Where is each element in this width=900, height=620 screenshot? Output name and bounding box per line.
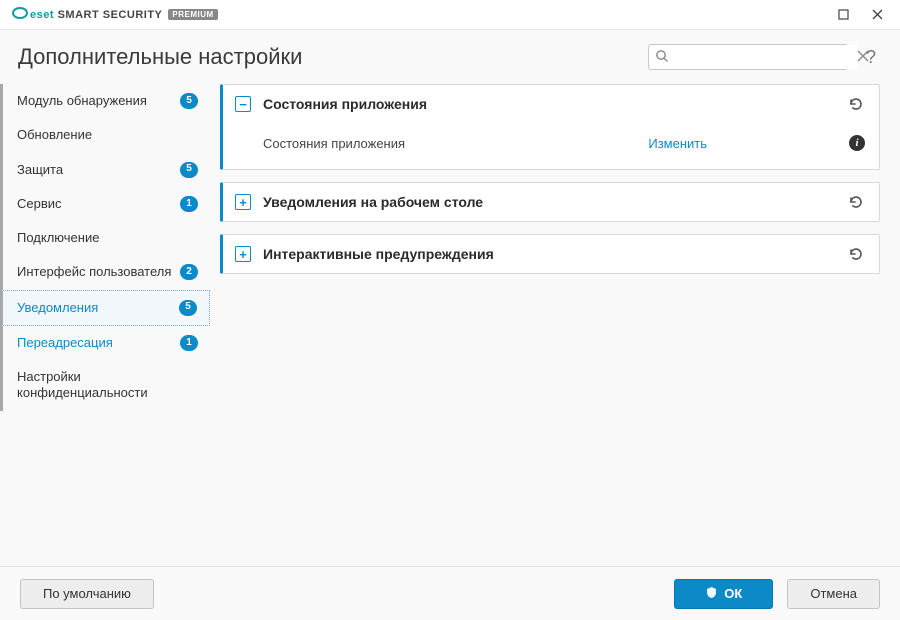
panel-title: Интерактивные предупреждения xyxy=(263,246,835,262)
brand-logo: eset SMART SECURITY PREMIUM xyxy=(12,5,218,24)
defaults-button[interactable]: По умолчанию xyxy=(20,579,154,609)
panel-app-states: − Состояния приложения Состояния приложе… xyxy=(220,84,880,170)
sidebar-badge: 2 xyxy=(180,264,198,280)
sidebar-item-label: Настройки конфиденциальности xyxy=(17,369,198,402)
sidebar-item-privacy[interactable]: Настройки конфиденциальности xyxy=(0,360,210,411)
expand-icon: + xyxy=(235,246,251,262)
sidebar-badge: 1 xyxy=(180,335,198,351)
edition-badge: PREMIUM xyxy=(168,9,217,20)
sidebar-item-label: Подключение xyxy=(17,230,198,246)
sidebar-item-connection[interactable]: Подключение xyxy=(0,221,210,255)
sidebar-item-redirect[interactable]: Переадресация 1 xyxy=(0,326,210,360)
sidebar-badge: 5 xyxy=(180,162,198,178)
body: Модуль обнаружения 5 Обновление Защита 5… xyxy=(0,78,900,566)
sidebar-item-label: Уведомления xyxy=(17,300,171,316)
window-maximize-button[interactable] xyxy=(828,1,858,29)
sidebar: Модуль обнаружения 5 Обновление Защита 5… xyxy=(0,78,210,566)
sidebar-item-label: Сервис xyxy=(17,196,172,212)
sidebar-item-detection[interactable]: Модуль обнаружения 5 xyxy=(0,84,210,118)
shield-icon xyxy=(705,586,718,602)
expand-icon: + xyxy=(235,194,251,210)
sidebar-item-ui[interactable]: Интерфейс пользователя 2 xyxy=(0,255,210,289)
button-label: По умолчанию xyxy=(43,586,131,601)
panel-header[interactable]: + Интерактивные предупреждения xyxy=(223,235,879,273)
panel-body: Состояния приложения Изменить i xyxy=(223,123,879,169)
setting-label: Состояния приложения xyxy=(263,136,636,151)
sidebar-item-label: Защита xyxy=(17,162,172,178)
sidebar-badge: 5 xyxy=(179,300,197,316)
brand-mark xyxy=(12,5,28,24)
panel-header[interactable]: − Состояния приложения xyxy=(223,85,879,123)
edit-link[interactable]: Изменить xyxy=(648,136,707,151)
search-icon xyxy=(655,49,669,66)
undo-icon[interactable] xyxy=(847,193,865,211)
button-label: Отмена xyxy=(810,586,857,601)
sidebar-item-protection[interactable]: Защита 5 xyxy=(0,153,210,187)
header: Дополнительные настройки ? xyxy=(0,30,900,78)
page-title: Дополнительные настройки xyxy=(18,44,636,70)
panel-title: Уведомления на рабочем столе xyxy=(263,194,835,210)
info-icon[interactable]: i xyxy=(849,135,865,151)
sidebar-item-label: Обновление xyxy=(17,127,198,143)
sidebar-item-label: Модуль обнаружения xyxy=(17,93,172,109)
footer: По умолчанию ОК Отмена xyxy=(0,566,900,620)
sidebar-item-label: Интерфейс пользователя xyxy=(17,264,172,280)
help-button[interactable]: ? xyxy=(860,46,882,68)
button-label: ОК xyxy=(724,586,742,601)
panel-desktop-notifications: + Уведомления на рабочем столе xyxy=(220,182,880,222)
sidebar-item-service[interactable]: Сервис 1 xyxy=(0,187,210,221)
brand-text: eset SMART SECURITY xyxy=(30,9,162,21)
ok-button[interactable]: ОК xyxy=(674,579,773,609)
sidebar-item-update[interactable]: Обновление xyxy=(0,118,210,152)
panel-interactive-alerts: + Интерактивные предупреждения xyxy=(220,234,880,274)
panel-header[interactable]: + Уведомления на рабочем столе xyxy=(223,183,879,221)
titlebar: eset SMART SECURITY PREMIUM xyxy=(0,0,900,30)
panel-title: Состояния приложения xyxy=(263,96,835,112)
sidebar-badge: 1 xyxy=(180,196,198,212)
undo-icon[interactable] xyxy=(847,245,865,263)
window-close-button[interactable] xyxy=(862,1,892,29)
collapse-icon: − xyxy=(235,96,251,112)
search-field[interactable] xyxy=(648,44,848,70)
sidebar-item-label: Переадресация xyxy=(17,335,172,351)
setting-row-app-states: Состояния приложения Изменить i xyxy=(263,129,865,157)
sidebar-badge: 5 xyxy=(180,93,198,109)
content: − Состояния приложения Состояния приложе… xyxy=(210,78,900,566)
undo-icon[interactable] xyxy=(847,95,865,113)
cancel-button[interactable]: Отмена xyxy=(787,579,880,609)
sidebar-item-notifications[interactable]: Уведомления 5 xyxy=(0,290,210,326)
search-input[interactable] xyxy=(669,45,857,69)
